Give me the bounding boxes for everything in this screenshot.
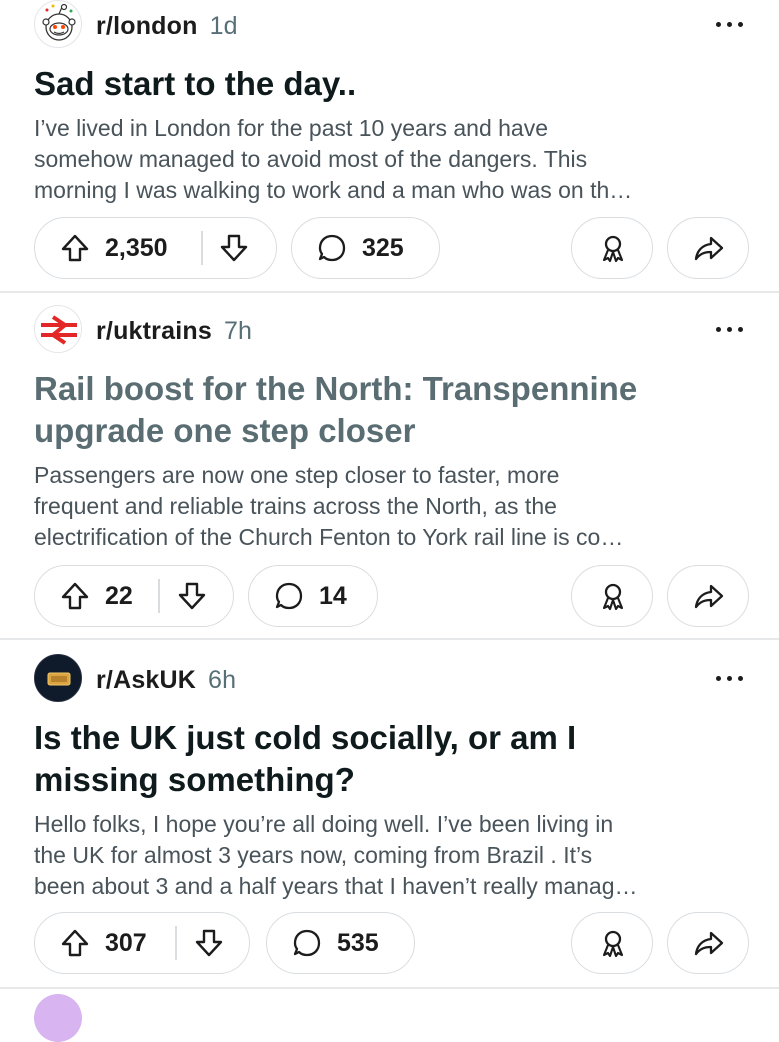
comments-button[interactable]: 535 [266,912,415,974]
post-header: r/london 1d [34,0,745,52]
post-age: 6h [208,666,237,694]
vote-control: 307 [34,912,250,974]
post-body-line: electrification of the Church Fenton to … [34,524,624,550]
post-body-line: Passengers are now one step closer to fa… [34,462,560,488]
upvote-icon[interactable] [59,232,91,264]
comments-button[interactable]: 325 [291,217,440,279]
post-card[interactable]: r/london 1d Sad start to the day.. I’ve l… [0,0,779,292]
award-button[interactable] [571,565,653,627]
post-body-line: been about 3 and a half years that I hav… [34,873,638,899]
post-age: 7h [223,317,253,345]
post-card[interactable]: r/AskUK 6h Is the UK just cold socially, … [0,654,779,988]
downvote-icon[interactable] [176,580,208,612]
subreddit-name[interactable]: r/london [96,12,198,40]
post-body-line: I’ve lived in London for the past 10 yea… [34,115,549,141]
post-age: 1d [209,12,238,40]
vote-separator [175,926,177,960]
share-icon [694,584,724,609]
upvote-count: 307 [105,929,147,957]
comment-count: 535 [337,929,379,957]
award-button[interactable] [571,217,653,279]
subreddit-name[interactable]: r/AskUK [96,666,196,694]
reddit-snoo-icon[interactable] [34,0,82,48]
vote-separator [158,579,160,613]
post-body[interactable]: I’ve lived in London for the past 10 yea… [34,113,748,206]
post-body-line: somehow managed to avoid most of the dan… [34,146,588,172]
post-title-line: Rail boost for the North: Transpennine [34,370,638,407]
post-title[interactable]: Sad start to the day.. [34,63,734,105]
more-options-icon[interactable] [715,319,745,339]
post-header: r/AskUK 6h [34,654,745,706]
post-body[interactable]: Hello folks, I hope you’re all doing wel… [34,809,748,902]
award-button[interactable] [571,912,653,974]
share-icon [694,931,724,956]
upvote-icon[interactable] [59,927,91,959]
national-rail-icon[interactable] [34,305,82,353]
post-divider [0,987,779,989]
vote-control: 2,350 [34,217,277,279]
award-icon [602,930,624,958]
comment-icon [275,582,303,610]
post-card[interactable]: r/uktrains 7h Rail boost for the North: T… [0,305,779,639]
post-body-line: Hello folks, I hope you’re all doing wel… [34,811,614,837]
next-post-avatar-peek [34,994,82,1042]
post-title[interactable]: Rail boost for the North: Transpennine u… [34,368,734,452]
subreddit-link[interactable]: r/AskUK 6h [96,666,236,695]
comment-count: 325 [362,234,404,262]
post-header: r/uktrains 7h [34,305,745,357]
award-icon [602,583,624,611]
more-options-icon[interactable] [715,14,745,34]
askuk-plaque-icon[interactable] [34,654,82,702]
share-icon [694,236,724,261]
comment-icon [293,929,321,957]
comment-count: 14 [319,582,347,610]
subreddit-link[interactable]: r/uktrains 7h [96,317,252,346]
subreddit-link[interactable]: r/london 1d [96,12,238,41]
post-body-line: frequent and reliable trains across the … [34,493,557,519]
subreddit-name[interactable]: r/uktrains [96,317,212,345]
share-button[interactable] [667,912,749,974]
post-divider [0,291,779,293]
share-button[interactable] [667,217,749,279]
upvote-count: 22 [105,582,133,610]
post-title-line: missing something? [34,761,355,798]
comments-button[interactable]: 14 [248,565,378,627]
more-options-icon[interactable] [715,668,745,688]
downvote-icon[interactable] [218,232,250,264]
upvote-icon[interactable] [59,580,91,612]
downvote-icon[interactable] [193,927,225,959]
post-title-line: Is the UK just cold socially, or am I [34,719,577,756]
award-icon [602,235,624,263]
post-title-line: upgrade one step closer [34,412,416,449]
post-body[interactable]: Passengers are now one step closer to fa… [34,460,748,553]
vote-control: 22 [34,565,234,627]
post-body-line: morning I was walking to work and a man … [34,177,633,203]
post-divider [0,638,779,640]
post-title[interactable]: Is the UK just cold socially, or am I mi… [34,717,734,801]
comment-icon [318,234,346,262]
vote-separator [201,231,203,265]
upvote-count: 2,350 [105,234,168,262]
share-button[interactable] [667,565,749,627]
post-body-line: the UK for almost 3 years now, coming fr… [34,842,593,868]
